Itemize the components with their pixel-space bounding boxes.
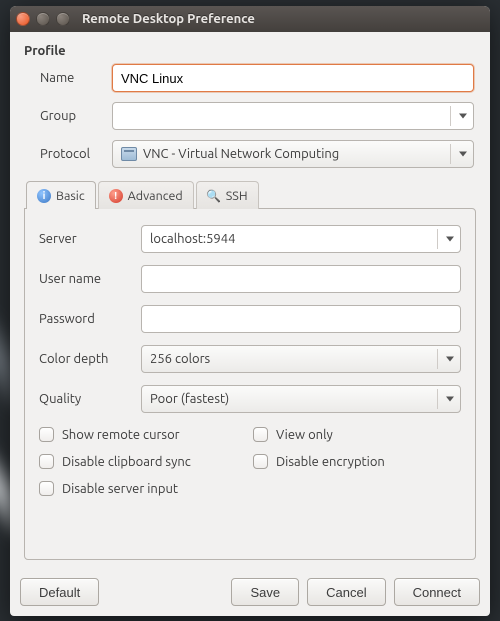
colordepth-combo[interactable]: 256 colors (141, 345, 461, 373)
password-label: Password (39, 312, 135, 326)
warning-icon: ! (109, 189, 123, 203)
tab-advanced-label: Advanced (128, 189, 183, 203)
chevron-down-icon (459, 114, 467, 119)
protocol-label: Protocol (26, 147, 106, 161)
chevron-down-icon (446, 397, 454, 402)
default-button[interactable]: Default (20, 578, 99, 606)
window-minimize-button[interactable] (36, 12, 50, 26)
save-button[interactable]: Save (231, 578, 299, 606)
disable-encryption-checkbox[interactable]: Disable encryption (253, 454, 461, 469)
disable-clipboard-label: Disable clipboard sync (62, 455, 191, 469)
connect-button[interactable]: Connect (394, 578, 480, 606)
tab-bar: i Basic ! Advanced 🔍 SSH (26, 180, 476, 208)
disable-server-input-label: Disable server input (62, 482, 178, 496)
window-maximize-button[interactable] (56, 12, 70, 26)
username-label: User name (39, 272, 135, 286)
disable-clipboard-checkbox[interactable]: Disable clipboard sync (39, 454, 249, 469)
profile-section-label: Profile (24, 44, 478, 58)
quality-combo[interactable]: Poor (fastest) (141, 385, 461, 413)
checkbox-icon (39, 481, 54, 496)
checkbox-icon (253, 427, 268, 442)
vnc-icon (121, 147, 137, 161)
checkbox-icon (39, 454, 54, 469)
group-label: Group (26, 109, 106, 123)
server-label: Server (39, 232, 135, 246)
colordepth-label: Color depth (39, 352, 135, 366)
server-combo-value: localhost:5944 (150, 232, 235, 246)
tab-page-basic: Server localhost:5944 User name Password… (24, 208, 476, 560)
tab-ssh[interactable]: 🔍 SSH (196, 181, 259, 209)
window-frame: Remote Desktop Preference Profile Name G… (10, 6, 490, 616)
info-icon: i (37, 189, 51, 203)
quality-combo-value: Poor (fastest) (150, 392, 229, 406)
window-title: Remote Desktop Preference (82, 12, 255, 26)
checkbox-icon (253, 454, 268, 469)
show-remote-cursor-checkbox[interactable]: Show remote cursor (39, 427, 249, 442)
settings-notebook: i Basic ! Advanced 🔍 SSH Server localhos… (24, 180, 476, 560)
name-input[interactable] (112, 64, 474, 92)
checkbox-icon (39, 427, 54, 442)
disable-server-input-checkbox[interactable]: Disable server input (39, 481, 249, 496)
disable-encryption-label: Disable encryption (276, 455, 385, 469)
quality-label: Quality (39, 392, 135, 406)
group-combo[interactable] (112, 102, 474, 130)
tab-basic-label: Basic (56, 189, 85, 203)
window-close-button[interactable] (16, 12, 30, 26)
chevron-down-icon (446, 357, 454, 362)
cancel-button[interactable]: Cancel (307, 578, 385, 606)
view-only-label: View only (276, 428, 333, 442)
chevron-down-icon (459, 152, 467, 157)
tab-basic[interactable]: i Basic (26, 181, 96, 209)
dialog-button-bar: Default Save Cancel Connect (10, 570, 490, 616)
chevron-down-icon (446, 237, 454, 242)
protocol-combo[interactable]: VNC - Virtual Network Computing (112, 140, 474, 168)
server-combo[interactable]: localhost:5944 (141, 225, 461, 253)
protocol-combo-value: VNC - Virtual Network Computing (143, 147, 339, 161)
key-icon: 🔍 (207, 189, 221, 203)
name-label: Name (26, 71, 106, 85)
username-input[interactable] (141, 265, 461, 293)
titlebar: Remote Desktop Preference (10, 6, 490, 32)
colordepth-combo-value: 256 colors (150, 352, 210, 366)
tab-advanced[interactable]: ! Advanced (98, 181, 194, 209)
view-only-checkbox[interactable]: View only (253, 427, 461, 442)
tab-ssh-label: SSH (226, 189, 248, 203)
show-remote-cursor-label: Show remote cursor (62, 428, 180, 442)
password-input[interactable] (141, 305, 461, 333)
